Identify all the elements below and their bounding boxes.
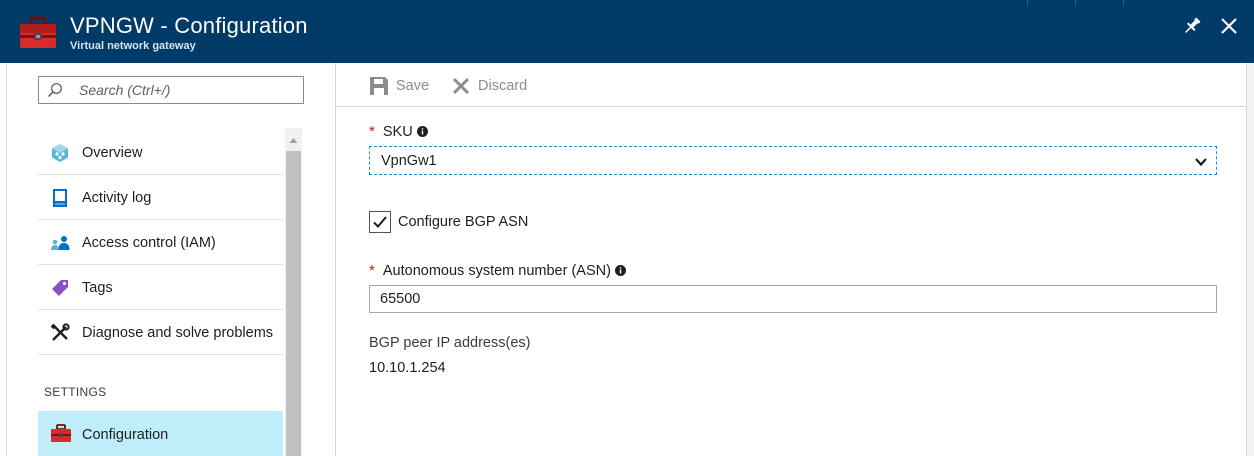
sku-dropdown[interactable]: VpnGw1 [369,146,1217,175]
menu-item-label: Access control (IAM) [82,235,216,251]
menu-scrollbar-thumb[interactable] [286,151,301,456]
menu-item-tags[interactable]: Tags [38,265,283,310]
command-bar: Save Discard [336,63,1246,107]
tag-icon [50,278,70,298]
scroll-up-arrow-icon[interactable] [285,130,302,150]
content-scrollbar[interactable] [1246,63,1254,456]
sku-label-text: SKU [382,124,413,140]
configure-bgp-label[interactable]: Configure BGP ASN [398,214,528,230]
header-tab-divider [1075,0,1076,6]
left-edge-divider [6,63,7,456]
menu-search-input[interactable]: Search (Ctrl+/) [38,76,304,104]
toolbox-icon [18,16,58,50]
blade-header: VPNGW - Configuration Virtual network ga… [0,0,1254,63]
iam-users-icon [50,233,70,253]
info-icon[interactable] [416,125,428,137]
wrench-screwdriver-icon [50,323,70,343]
discard-button[interactable]: Discard [451,75,531,97]
menu-item-label: Diagnose and solve problems [82,325,274,341]
toolbox-icon [50,424,72,444]
resource-menu: Overview Activity log Access control (IA… [38,130,283,355]
menu-item-label: Overview [82,145,143,161]
header-tab-divider [1027,0,1028,6]
section-settings-header: SETTINGS [44,385,107,399]
pane-divider [335,63,336,456]
bgp-peer-value: 10.10.1.254 [369,360,446,376]
sku-field-label: * SKU [369,123,428,140]
menu-item-diagnose[interactable]: Diagnose and solve problems [38,310,283,355]
close-icon[interactable] [1218,15,1240,37]
save-label: Save [396,78,430,94]
menu-item-configuration[interactable]: Configuration [38,411,283,456]
configure-bgp-checkbox[interactable] [369,211,391,233]
header-tab-divider [1123,0,1124,6]
discard-label: Discard [478,78,528,94]
menu-item-label: Configuration [82,427,169,443]
overview-icon [50,143,70,163]
blade-title: VPNGW - Configuration [70,13,308,38]
asn-field-label: * Autonomous system number (ASN) [369,262,626,279]
required-marker: * [369,262,375,279]
asn-input[interactable] [369,285,1217,313]
activity-log-icon [50,188,70,208]
search-icon [47,82,63,98]
menu-item-label: Activity log [82,190,152,206]
menu-item-label: Tags [82,280,113,296]
required-marker: * [369,123,375,140]
pin-icon[interactable] [1182,16,1202,36]
menu-item-overview[interactable]: Overview [38,130,283,175]
menu-item-activity-log[interactable]: Activity log [38,175,283,220]
sku-selected-value: VpnGw1 [381,153,437,169]
bgp-peer-label: BGP peer IP address(es) [369,335,531,351]
save-button[interactable]: Save [369,75,429,97]
chevron-down-icon [1194,155,1208,167]
info-icon[interactable] [614,264,626,276]
blade-subtitle: Virtual network gateway [70,40,196,52]
discard-x-icon [451,76,471,96]
save-icon [369,76,389,96]
search-placeholder: Search (Ctrl+/) [79,82,171,98]
menu-item-access-control[interactable]: Access control (IAM) [38,220,283,265]
asn-label-text: Autonomous system number (ASN) [382,263,611,279]
